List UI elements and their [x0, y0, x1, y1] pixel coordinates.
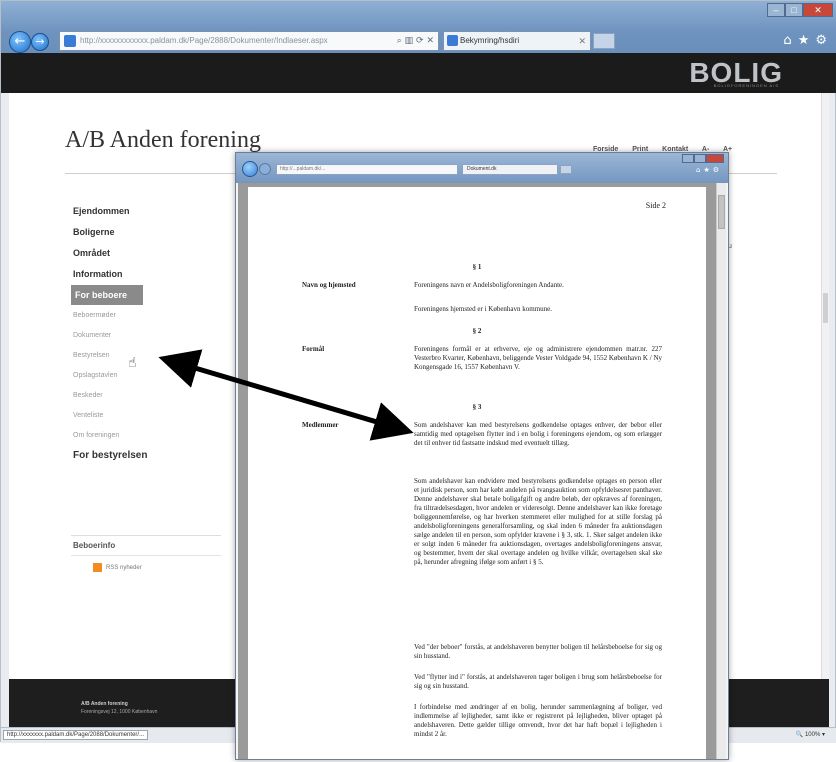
section-label: Medlemmer — [302, 421, 339, 429]
tab-title: Bekymring/hsdiri — [460, 36, 520, 45]
back-arrow-icon: ← — [14, 34, 26, 49]
pdf-popup-window: http://...paldam.dk/... Dokument.dk ⌂★⚙ … — [235, 152, 729, 760]
popup-address-bar[interactable]: http://...paldam.dk/... — [276, 164, 458, 175]
address-actions[interactable]: ⌕ ▥ ⟳ ✕ — [397, 32, 434, 50]
close-window-button[interactable]: ✕ — [803, 3, 833, 17]
popup-window-controls — [682, 154, 724, 163]
section-paragraph: Foreningens navn er Andelsboligforeninge… — [414, 281, 564, 289]
rss-link[interactable]: RSS nyheder — [93, 563, 142, 572]
address-bar[interactable]: http://xxxxxxxxxxxx.paldam.dk/Page/2888/… — [59, 31, 439, 51]
sidebar-item-boligerne[interactable]: Boligerne — [71, 222, 221, 242]
popup-close-button[interactable] — [706, 154, 724, 163]
pdf-page-number: Side 2 — [645, 201, 666, 210]
browser-titlebar: – □ ✕ ← → http://xxxxxxxxxxxx.paldam.dk/… — [1, 1, 836, 53]
sidebar-subitem-beboermoeder[interactable]: Beboermøder — [71, 306, 221, 326]
page-scrollbar[interactable] — [821, 93, 829, 679]
site-favicon-icon — [64, 35, 76, 47]
tab-favicon-icon — [447, 35, 458, 46]
section-number: § 3 — [472, 403, 482, 411]
zoom-value: 100% — [804, 732, 821, 738]
sidebar-item-for-bestyrelsen[interactable]: For bestyrelsen — [71, 446, 221, 466]
sidebar-item-ejendommen[interactable]: Ejendommen — [71, 201, 221, 221]
popup-tab[interactable]: Dokument.dk — [462, 164, 558, 175]
rss-icon — [93, 563, 102, 572]
sidebar-subitem-om-foreningen[interactable]: Om foreningen — [71, 426, 221, 446]
pdf-page: Side 2 § 1 Navn og hjemsted Foreningens … — [248, 187, 706, 759]
footer-address: Foreningsvej 12, 1000 København — [81, 709, 158, 715]
section-paragraph: Som andelshaver kan med bestyrelsens god… — [414, 421, 662, 447]
section-paragraph: Foreningens hjemsted er i København komm… — [414, 305, 553, 313]
popup-forward-button[interactable] — [259, 163, 271, 175]
section-paragraph: Ved "flytter ind i" forstås, at andelsha… — [414, 673, 662, 690]
tab-close-icon[interactable]: ✕ — [578, 32, 586, 50]
section-paragraph: Som andelshaver kan endvidere med bestyr… — [414, 477, 662, 566]
browser-tab[interactable]: Bekymring/hsdiri ✕ — [443, 31, 591, 51]
popup-maximize-button[interactable] — [694, 154, 706, 163]
sidebar-subitem-dokumenter[interactable]: Dokumenter — [71, 326, 221, 346]
sidebar-heading-divider — [71, 555, 221, 556]
sidebar-subitem-beskeder[interactable]: Beskeder — [71, 386, 221, 406]
favorites-star-icon[interactable]: ★ — [798, 33, 816, 48]
footer-name: A/B Anden forening — [81, 701, 128, 707]
sidebar-divider — [71, 535, 221, 536]
forward-button[interactable]: → — [31, 33, 49, 51]
popup-scrollbar[interactable] — [716, 183, 726, 759]
new-tab-button[interactable] — [593, 33, 615, 49]
zoom-level[interactable]: 🔍 100% ▾ — [796, 731, 825, 738]
zoom-icon: 🔍 — [795, 732, 804, 738]
pdf-viewer[interactable]: Side 2 § 1 Navn og hjemsted Foreningens … — [238, 183, 716, 759]
section-number: § 1 — [472, 263, 482, 271]
minimize-button[interactable]: – — [767, 3, 785, 17]
sidebar-item-information[interactable]: Information — [71, 264, 221, 284]
rss-label: RSS nyheder — [106, 565, 142, 572]
popup-back-button[interactable] — [242, 161, 258, 177]
popup-star-icon[interactable]: ★ — [703, 166, 712, 174]
section-paragraph: I forbindelse med ændringer af en bolig,… — [414, 703, 662, 738]
search-icon[interactable]: ⌕ — [397, 36, 402, 46]
section-paragraph: Ved "der beboer" forstås, at andelshaver… — [414, 643, 662, 660]
sidebar-item-omraadet[interactable]: Området — [71, 243, 221, 263]
popup-minimize-button[interactable] — [682, 154, 694, 163]
popup-toolbar-icons: ⌂★⚙ — [696, 166, 722, 174]
gear-icon[interactable]: ⚙ — [815, 33, 833, 48]
sidebar-subitem-bestyrelsen[interactable]: Bestyrelsen — [71, 346, 221, 366]
section-paragraph: Foreningens formål er at erhverve, eje o… — [414, 345, 662, 371]
sidebar-heading-beboerinfo: Beboerinfo — [73, 541, 116, 550]
status-url: http://xxxxxxx.paldam.dk/Page/2088/Dokum… — [3, 730, 149, 740]
sidebar-nav: Ejendommen Boligerne Området Information… — [71, 201, 221, 467]
window-controls: – □ ✕ — [767, 3, 833, 19]
logo-subtitle: BOLIGFORENINGEN A/S — [713, 83, 779, 88]
back-button[interactable]: ← — [9, 31, 31, 53]
forward-arrow-icon: → — [35, 35, 45, 48]
sidebar-subitem-venteliste[interactable]: Venteliste — [71, 406, 221, 426]
sidebar-item-for-beboere[interactable]: For beboere — [71, 285, 143, 305]
popup-scrollbar-thumb[interactable] — [718, 195, 725, 229]
sidebar-subitem-opslagstavlen[interactable]: Opslagstavlen — [71, 366, 221, 386]
popup-titlebar: http://...paldam.dk/... Dokument.dk ⌂★⚙ — [236, 153, 728, 183]
section-label: Navn og hjemsted — [302, 281, 356, 289]
section-number: § 2 — [472, 327, 482, 335]
section-label: Formål — [302, 345, 325, 353]
page-title: A/B Anden forening — [65, 127, 261, 153]
maximize-button[interactable]: □ — [785, 3, 803, 17]
compat-view-icon[interactable]: ▥ — [405, 36, 414, 46]
toolbar-icons: ⌂★⚙ — [783, 33, 833, 48]
popup-gear-icon[interactable]: ⚙ — [713, 166, 722, 174]
address-url: http://xxxxxxxxxxxx.paldam.dk/Page/2888/… — [80, 36, 328, 45]
refresh-icon[interactable]: ⟳ — [416, 36, 424, 46]
page-scrollbar-thumb[interactable] — [823, 293, 828, 323]
stop-icon[interactable]: ✕ — [426, 36, 434, 46]
site-header: BOLIG BOLIGFORENINGEN A/S — [1, 53, 836, 93]
hand-pointer-icon: ☝ — [128, 355, 137, 371]
home-icon[interactable]: ⌂ — [783, 33, 797, 48]
popup-new-tab-button[interactable] — [560, 165, 572, 174]
